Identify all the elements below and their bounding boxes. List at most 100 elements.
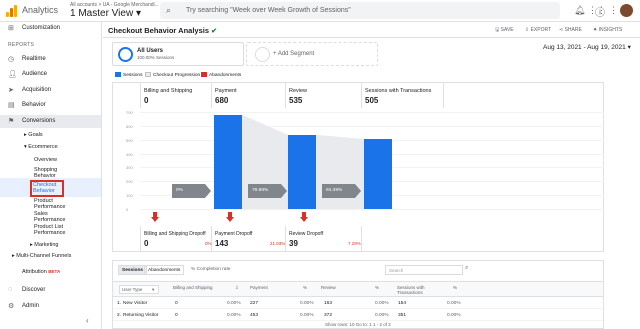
stage-value: 535 [289,96,303,105]
y-tick-label: 700 [126,110,133,115]
column-header[interactable]: % [453,285,457,290]
sort-arrow-icon[interactable]: ⇩ [235,285,239,290]
date-range-picker[interactable]: Aug 13, 2021 - Aug 19, 2021 ▾ [543,43,631,51]
sidebar-item-admin[interactable]: ⚙ Admin [0,300,101,313]
sidebar-item-label: Ecommerce [28,144,58,150]
sidebar-item-product-list[interactable]: Product List Performance [34,224,72,236]
tab-sessions[interactable]: Sessions [118,265,148,275]
add-segment-button[interactable]: + Add Segment [246,42,378,66]
table-header: User Type ▾ Billing and Shipping ⇩ Paymen… [113,281,603,297]
column-header[interactable]: Sessions with Transactions [397,285,439,295]
sidebar-item-audience[interactable]: 👤︎ Audience [0,68,101,81]
user-type-dropdown[interactable]: User Type ▾ [119,285,159,294]
search-icon[interactable]: ⌕ [465,265,475,275]
page-title-text: Checkout Behavior Analysis [108,26,210,35]
sidebar-item-marketing[interactable]: ▸ Marketing [30,242,58,248]
legend-sessions: Sessions [115,72,142,78]
column-header[interactable]: % [303,285,307,290]
clock-icon: ◷ [8,56,15,63]
sidebar-item-conversions[interactable]: ⚑ Conversions [0,115,101,128]
table-row[interactable]: 1. New Visitor 0 0.00% 227 0.00% 163 0.0… [113,298,603,309]
sidebar-item-checkout-behavior[interactable]: Checkout Behavior [30,180,64,197]
legend-abandonments: Abandonments [201,72,241,78]
share-label: SHARE [564,27,582,33]
search-box[interactable]: ⌕ Try searching "Week over Week Growth o… [160,2,560,19]
cell-pct: 0.00% [227,313,241,318]
chevron-right-icon: ▸ [30,242,33,248]
cell-transactions: 351 [398,313,407,318]
sidebar-item-behavior[interactable]: ▤ Behavior [0,99,101,112]
sidebar-item-discover[interactable]: ◌ Discover [0,284,101,297]
cell-payment: 453 [250,313,259,318]
insights-button[interactable]: ✷ INSIGHTS [593,27,622,33]
completion-rate-link[interactable]: % Completion rate [191,267,230,272]
reports-header: REPORTS [8,42,35,48]
funnel-bar[interactable] [214,114,242,209]
gear-icon: ⚙ [8,303,15,310]
cell-user-type[interactable]: New Visitor [123,301,147,306]
dropoff-arrow-icon [300,212,308,222]
more-vert-icon[interactable]: ⋮ [609,5,618,16]
sidebar-item-label: Conversions [22,118,56,124]
save-label: SAVE [500,27,514,33]
column-header[interactable]: % [375,285,379,290]
share-button[interactable]: ⋖ SHARE [559,27,582,33]
collapse-chevron-icon[interactable]: ‹ [86,316,89,325]
dropoff-payment[interactable]: Payment Dropoff 143 21.03% [212,226,286,252]
cell-pct: 0.00% [300,313,314,318]
analytics-logo-icon[interactable] [6,5,18,17]
sidebar-item-sales-performance[interactable]: Sales Performance [34,211,72,223]
table-pagination[interactable]: Show rows: 10 Go to: 1 1 - 2 of 2 [325,322,391,327]
table-row[interactable]: 2. Returning Visitor 0 0.00% 453 0.00% 3… [113,310,603,321]
stage-header-review: Review 535 [286,82,362,108]
sidebar-item-goals[interactable]: ▸ Goals [24,132,43,138]
dropoff-arrow-icon [151,212,159,222]
cell-review: 163 [324,301,333,306]
sidebar-item-attribution[interactable]: Attribution BETA [22,269,60,275]
table-search-input[interactable]: Search [385,265,463,275]
sidebar-item-multi-channel[interactable]: ▸ Multi-Channel Funnels [12,253,72,259]
tab-abandonments[interactable]: Abandonments [144,265,185,275]
sidebar-item-ecommerce[interactable]: ▾ Ecommerce [24,144,58,150]
segment-sessions: 100.00% Sessions [137,55,175,60]
sidebar: ⊞ Customization REPORTS ◷ Realtime 👤︎ Au… [0,22,102,329]
sidebar-item-realtime[interactable]: ◷ Realtime [0,53,101,66]
dropoff-billing[interactable]: Billing and Shipping Dropoff 0 0% [140,226,212,252]
report-header: Checkout Behavior Analysis ✔ 🖫︎ SAVE ⇩ E… [103,22,640,38]
page-title: Checkout Behavior Analysis ✔ [108,26,217,35]
dropoff-review[interactable]: Review Dropoff 39 7.29% [286,226,362,252]
column-header[interactable]: Review [321,285,336,290]
export-button[interactable]: ⇩ EXPORT [525,27,551,33]
column-header[interactable]: Billing and Shipping [173,285,213,290]
bell-icon[interactable]: 🔔︎ [574,5,585,16]
cell-pct: 0.00% [447,313,461,318]
chevron-right-icon: ▸ [24,132,27,138]
segment-name: All Users [137,48,164,54]
app-title: Analytics [22,5,59,15]
help-icon[interactable]: ⓘ [595,4,605,19]
column-header[interactable]: Payment [250,285,268,290]
legend-label: Checkout Progression [153,73,201,78]
person-icon: 👤︎ [8,71,17,78]
segment-ring-icon [118,47,133,62]
sidebar-item-label: Discover [22,287,46,293]
cell-user-type[interactable]: Returning Visitor [123,313,158,318]
sidebar-item-product-performance[interactable]: Product Performance [34,198,72,210]
sidebar-item-acquisition[interactable]: ➤ Acquisition [0,84,101,97]
cell-pct: 0.00% [227,301,241,306]
y-tick-label: 300 [126,165,133,171]
view-selector[interactable]: 1 Master View ▾ [70,8,141,19]
segment-all-users[interactable]: All Users 100.00% Sessions [112,42,244,66]
funnel-bar[interactable] [288,134,316,209]
sidebar-item-customization[interactable]: ⊞ Customization [0,22,101,35]
save-button[interactable]: 🖫︎ SAVE [495,27,514,35]
dropoff-label: Payment Dropoff [215,231,253,237]
chevron-down-icon: ▾ [627,44,631,51]
avatar[interactable] [620,4,633,17]
cell-transactions: 154 [398,301,407,306]
funnel-bar[interactable] [364,139,392,209]
acquisition-icon: ➤ [8,87,14,94]
progression-label: 94.39% [326,188,343,193]
sidebar-item-overview[interactable]: Overview [34,157,57,163]
chevron-down-icon: ▾ [135,8,141,19]
